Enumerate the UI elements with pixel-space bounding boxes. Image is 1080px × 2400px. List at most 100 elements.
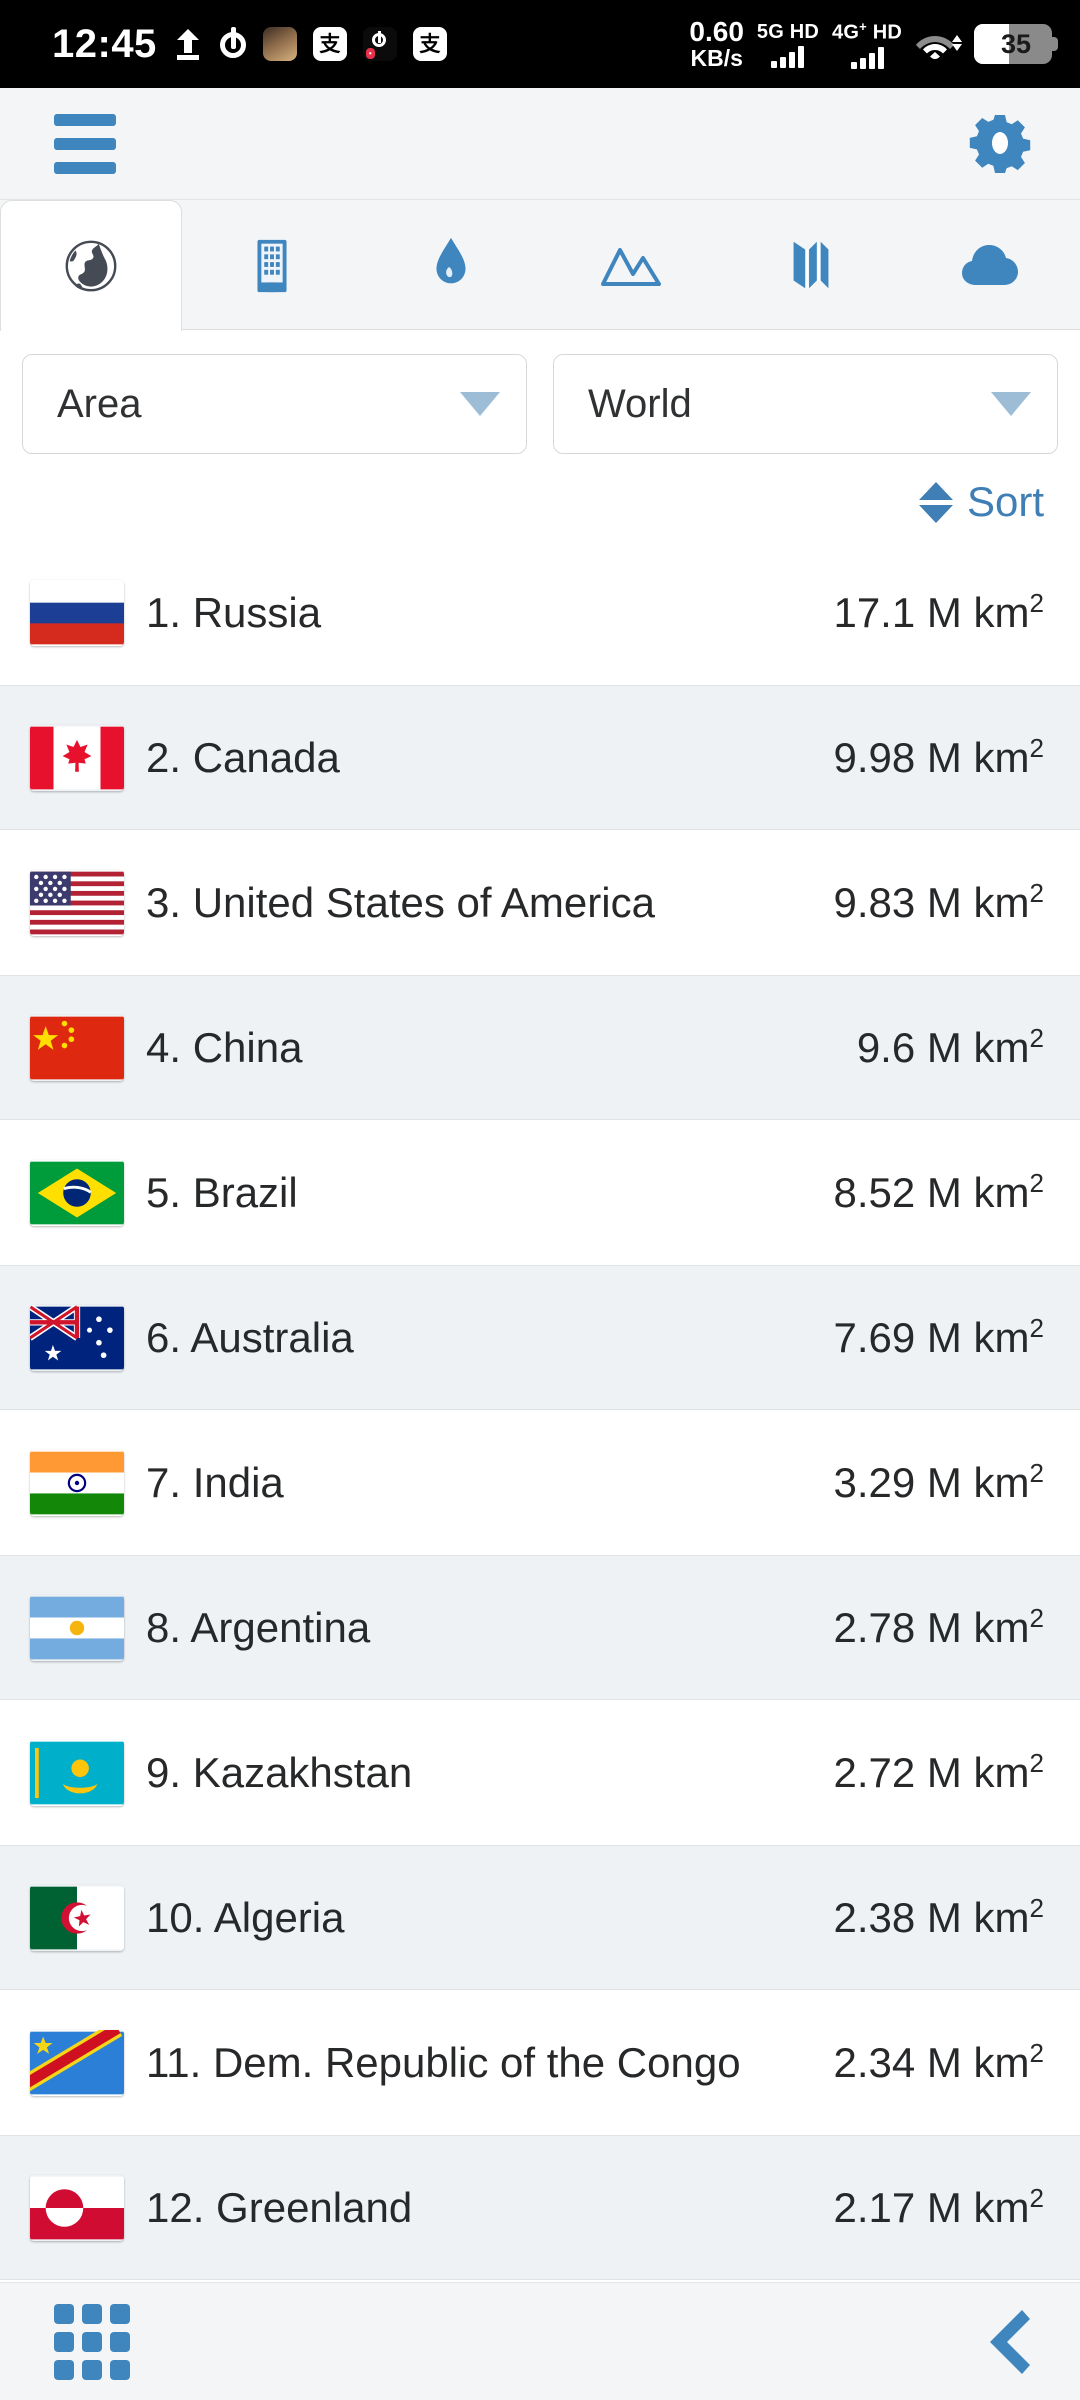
table-row[interactable]: 1. Russia 17.1 M km2 [0,540,1080,685]
sim2-signal-indicator: 4G+ HD [832,19,902,69]
chevron-down-icon [460,392,500,416]
upload-icon [173,27,203,61]
sort-row: Sort [0,460,1080,540]
country-name-label: 3. United States of America [146,878,655,926]
country-value-label: 8.52 M km2 [833,1168,1044,1216]
tiktok-app-icon: • [362,27,397,61]
metric-select-value: Area [57,381,142,426]
tab-city[interactable] [182,200,362,330]
status-clock: 12:45 [52,21,157,66]
water-drop-icon [428,234,474,296]
tab-mountain[interactable] [541,200,721,330]
table-row[interactable]: 5. Brazil 8.52 M km2 [0,1120,1080,1265]
building-icon [244,234,300,296]
region-select-value: World [588,381,692,426]
sort-button[interactable]: Sort [918,478,1044,526]
table-row[interactable]: 7. India 3.29 M km2 [0,1410,1080,1555]
tab-globe[interactable] [0,200,182,331]
apps-grid-icon[interactable] [54,2303,130,2380]
country-ranking-list[interactable]: 1. Russia 17.1 M km2 2. Canada 9.98 M km2 3.… [0,540,1080,2280]
alipay-app-icon-2: 支 [412,27,447,61]
sim2-network-label: 4G+ HD [832,19,902,44]
metric-select[interactable]: Area [22,354,527,454]
country-value-label: 9.98 M km2 [833,733,1044,781]
sim1-signal-indicator: 5G HD [757,21,819,68]
category-tab-bar [0,200,1080,331]
table-row[interactable]: 12. Greenland 2.17 M km2 [0,2135,1080,2280]
hamburger-menu-icon[interactable] [54,113,116,174]
table-row[interactable]: 6. Australia 7.69 M km2 [0,1265,1080,1410]
country-value-label: 2.34 M km2 [833,2038,1044,2086]
sim2-signal-bars [850,46,884,69]
region-select[interactable]: World [553,354,1058,454]
country-value-label: 9.83 M km2 [833,878,1044,926]
flag-icon [30,1450,124,1516]
battery-icon: 35 [974,24,1058,64]
flag-icon [30,1160,124,1226]
status-bar: 12:45 支 • 支 0.60 KB/s 5G HD 4G+ HD 35 [0,0,1080,88]
country-name-label: 5. Brazil [146,1168,298,1216]
country-name-label: 12. Greenland [146,2183,413,2231]
wifi-icon [915,26,962,62]
app-header [0,88,1080,200]
country-name-label: 10. Algeria [146,1893,345,1941]
sim1-signal-bars [771,45,805,68]
flag-icon [30,1595,124,1661]
bottom-navigation-bar [0,2282,1080,2400]
country-name-label: 1. Russia [146,588,322,636]
country-value-label: 2.78 M km2 [833,1603,1044,1651]
back-chevron-icon[interactable] [986,2308,1032,2376]
table-row[interactable]: 8. Argentina 2.78 M km2 [0,1555,1080,1700]
country-name-label: 2. Canada [146,733,340,781]
sort-updown-icon [918,481,953,523]
flag-icon [30,1304,124,1371]
flag-icon [30,1740,124,1806]
cloud-icon [959,240,1021,290]
tab-water[interactable] [361,200,541,330]
country-name-label: 8. Argentina [146,1603,371,1651]
flag-icon [30,580,124,646]
country-value-label: 2.17 M km2 [833,2183,1044,2231]
tab-weather[interactable] [900,200,1080,330]
country-name-label: 9. Kazakhstan [146,1748,413,1796]
alipay-app-icon: 支 [312,27,347,61]
flag-icon [30,2175,124,2241]
network-speed-indicator: 0.60 KB/s [689,16,744,71]
country-name-label: 7. India [146,1458,284,1506]
table-row[interactable]: 11. Dem. Republic of the Congo 2.34 M km2 [0,1990,1080,2135]
table-row[interactable]: 4. China 9.6 M km2 [0,975,1080,1120]
gear-icon[interactable] [968,112,1032,176]
flag-icon [30,1015,124,1081]
country-name-label: 6. Australia [146,1313,354,1361]
filter-row: Area World [0,330,1080,460]
table-row[interactable]: 9. Kazakhstan 2.72 M km2 [0,1700,1080,1845]
country-value-label: 7.69 M km2 [833,1313,1044,1361]
table-row[interactable]: 2. Canada 9.98 M km2 [0,685,1080,830]
sort-button-label: Sort [966,478,1044,525]
battery-percent-label: 35 [1000,28,1032,59]
tiktok-note-icon [219,27,247,61]
country-value-label: 3.29 M km2 [833,1458,1044,1506]
globe-icon [60,235,122,297]
flag-icon [30,2029,124,2096]
country-value-label: 9.6 M km2 [856,1023,1044,1071]
network-speed-value: 0.60 [689,16,744,47]
status-bar-left: 12:45 支 • 支 [52,22,447,67]
table-row[interactable]: 10. Algeria 2.38 M km2 [0,1845,1080,1990]
tab-map[interactable] [721,200,901,330]
mountains-icon [599,240,663,290]
map-icon [783,234,839,296]
flag-icon [30,1885,124,1951]
chevron-down-icon [991,392,1031,416]
status-bar-right: 0.60 KB/s 5G HD 4G+ HD 35 [689,16,1058,71]
country-name-label: 4. China [146,1023,303,1071]
game-app-icon [262,27,297,61]
country-value-label: 2.38 M km2 [833,1893,1044,1941]
table-row[interactable]: 3. United States of America 9.83 M km2 [0,830,1080,975]
flag-icon [30,725,124,791]
network-speed-unit: KB/s [690,44,743,71]
sim1-network-label: 5G HD [756,20,820,43]
country-value-label: 17.1 M km2 [833,588,1044,636]
wifi-data-arrows [952,35,962,51]
flag-icon [30,870,124,936]
